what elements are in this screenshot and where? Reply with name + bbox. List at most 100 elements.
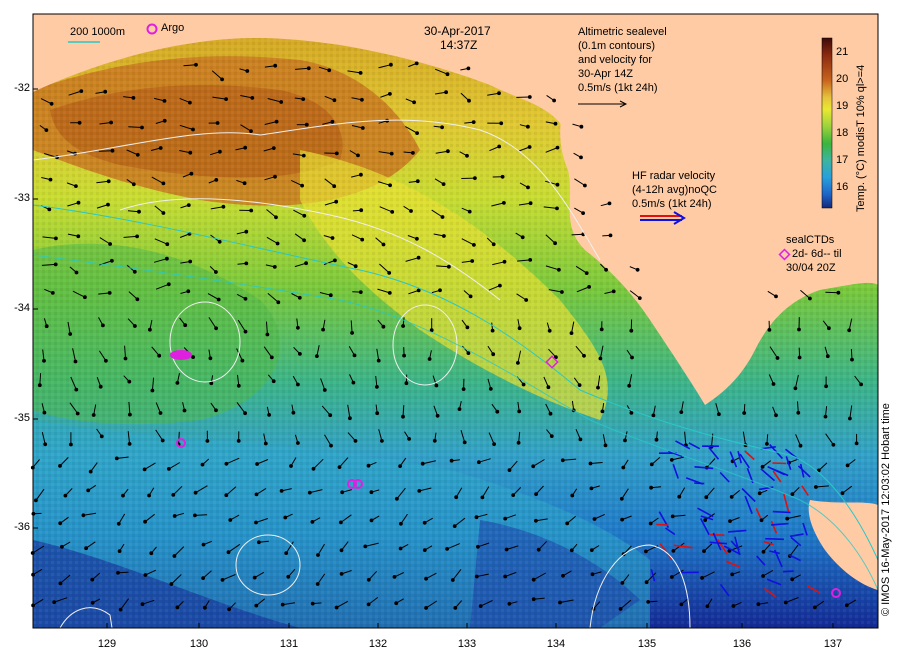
velocity-arrow-head	[74, 184, 78, 189]
velocity-arrow-head	[635, 267, 640, 272]
velocity-arrow-head	[352, 353, 357, 358]
velocity-arrow-head	[796, 410, 801, 415]
velocity-arrow-head	[265, 332, 270, 337]
velocity-arrow-head	[590, 572, 595, 577]
velocity-arrow-head	[191, 355, 196, 360]
velocity-arrow-head	[461, 387, 466, 392]
velocity-arrow-head	[296, 325, 300, 330]
velocity-arrow-head	[188, 259, 193, 264]
velocity-arrow-head	[604, 267, 608, 272]
velocity-arrow-head	[440, 215, 445, 219]
velocity-arrow-head	[107, 291, 112, 295]
velocity-arrow-head	[399, 521, 403, 526]
velocity-arrow-head	[549, 434, 554, 439]
velocity-arrow-head	[243, 296, 248, 301]
velocity-arrow-head	[491, 352, 496, 357]
velocity-arrow-head	[424, 606, 429, 610]
hf-radar-arrow	[783, 570, 794, 573]
velocity-arrow-head	[797, 327, 801, 332]
velocity-arrow-head	[54, 236, 58, 241]
velocity-arrow-head	[600, 409, 605, 414]
velocity-arrow-head	[472, 243, 476, 247]
velocity-arrow-head	[216, 297, 221, 302]
sst-map	[30, 13, 879, 629]
velocity-arrow-head	[116, 521, 121, 526]
velocity-arrow-head	[158, 411, 163, 415]
velocity-arrow-head	[502, 259, 507, 264]
velocity-arrow-head	[363, 544, 368, 549]
velocity-arrow-head	[332, 184, 337, 189]
velocity-arrow-head	[702, 549, 706, 553]
velocity-arrow-head	[561, 573, 565, 578]
velocity-arrow-head	[588, 461, 593, 466]
velocity-arrow-head	[44, 128, 49, 133]
velocity-arrow-head	[466, 66, 471, 71]
velocity-arrow-head	[814, 485, 818, 489]
velocity-arrow	[825, 291, 839, 294]
velocity-arrow-head	[88, 469, 93, 474]
velocity-arrow-head	[490, 328, 495, 333]
velocity-arrow-head	[147, 493, 152, 498]
velocity-arrow-head	[797, 355, 802, 360]
velocity-arrow-head	[175, 381, 180, 385]
velocity-arrow-head	[316, 553, 320, 557]
velocity-arrow-head	[337, 465, 342, 470]
velocity-arrow-head	[214, 408, 218, 413]
velocity-arrow-head	[390, 210, 395, 214]
velocity-arrow-head	[228, 518, 233, 522]
velocity-arrow-head	[275, 241, 280, 246]
velocity-arrow-head	[74, 387, 79, 392]
velocity-arrow-head	[670, 514, 675, 519]
velocity-arrow-head	[438, 288, 442, 293]
velocity-arrow-head	[771, 382, 776, 386]
velocity-arrow-head	[271, 146, 276, 151]
velocity-arrow-head	[717, 412, 721, 417]
velocity-arrow-head	[276, 300, 281, 305]
velocity-arrow-head	[188, 100, 192, 105]
velocity-arrow-head	[398, 464, 403, 469]
velocity-arrow-head	[854, 441, 859, 446]
velocity-arrow-head	[848, 416, 852, 421]
velocity-arrow-head	[440, 125, 445, 130]
velocity-arrow-head	[244, 261, 249, 266]
velocity-arrow-head	[310, 520, 315, 524]
velocity-arrow-head	[301, 97, 306, 101]
velocity-arrow-head	[186, 203, 191, 208]
hf-radar-arrow	[772, 462, 787, 465]
velocity-arrow-head	[592, 517, 597, 521]
velocity-arrow-head	[334, 199, 339, 204]
velocity-arrow-head	[304, 122, 309, 127]
velocity-arrow-head	[528, 201, 533, 206]
velocity-arrow-head	[90, 577, 95, 582]
velocity-arrow-head	[502, 201, 506, 205]
velocity-arrow-head	[200, 462, 205, 467]
velocity-arrow-head	[422, 548, 427, 552]
velocity-arrow-head	[527, 95, 532, 99]
velocity-arrow-head	[53, 262, 58, 267]
velocity-arrow-head	[468, 294, 473, 299]
velocity-arrow-head	[106, 179, 111, 184]
velocity-arrow-head	[608, 233, 613, 238]
velocity-arrow-head	[81, 513, 86, 518]
velocity-arrow-head	[221, 204, 226, 209]
velocity-arrow-head	[236, 383, 241, 388]
velocity-arrow-head	[457, 407, 462, 412]
velocity-arrow-head	[761, 574, 765, 578]
velocity-arrow-head	[570, 493, 575, 498]
velocity-arrow-head	[175, 605, 180, 610]
velocity-arrow-head	[497, 144, 502, 149]
velocity-arrow-head	[358, 71, 363, 75]
velocity-arrow-head	[387, 271, 392, 275]
velocity-arrow-head	[353, 439, 358, 443]
velocity-arrow-head	[453, 606, 458, 610]
velocity-arrow-head	[359, 172, 363, 177]
velocity-arrow-head	[630, 355, 634, 360]
velocity-arrow-head	[283, 515, 288, 520]
velocity-arrow-head	[162, 118, 167, 123]
velocity-arrow-head	[520, 235, 525, 240]
velocity-arrow-head	[171, 493, 176, 497]
velocity-arrow-head	[104, 358, 108, 363]
velocity-arrow-head	[500, 174, 505, 179]
velocity-arrow-head	[304, 261, 309, 266]
velocity-arrow-head	[161, 211, 166, 215]
